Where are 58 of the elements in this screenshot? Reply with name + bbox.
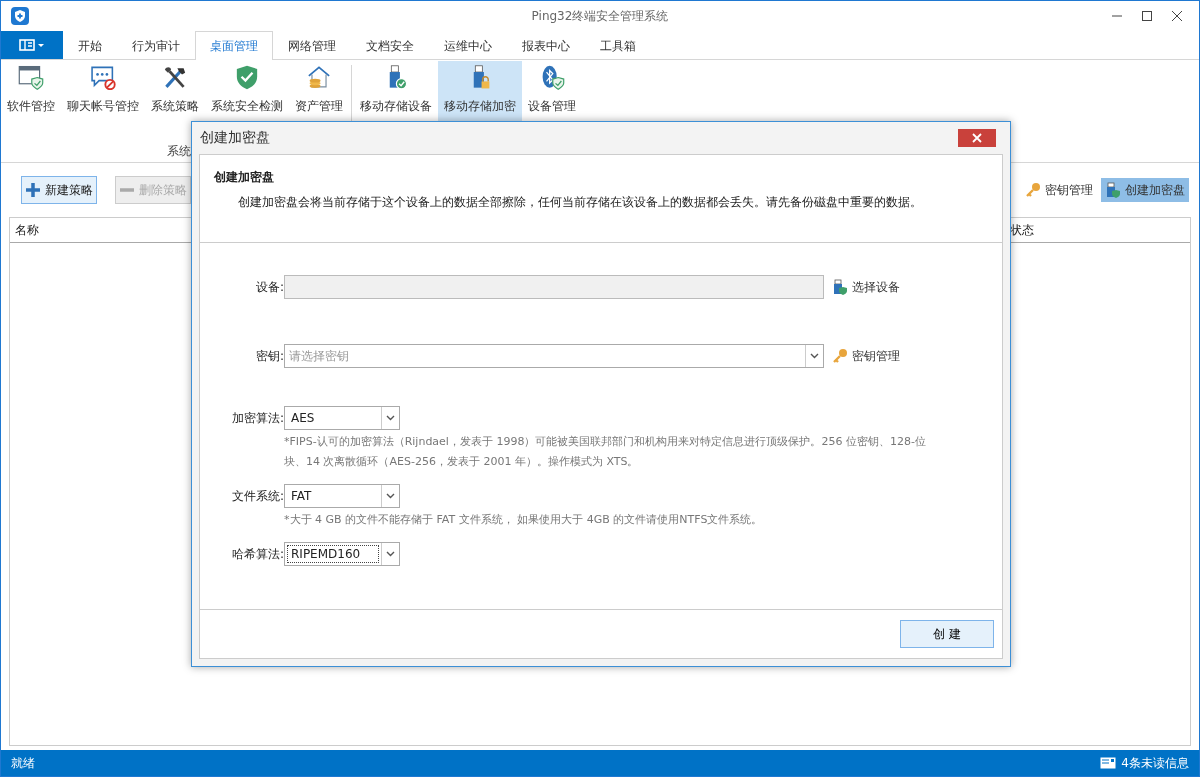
dialog-heading: 创建加密盘 [214,169,275,186]
caret-icon [810,353,819,359]
caret-icon [386,415,395,421]
dropdown[interactable]: AES [284,406,400,430]
field-note: *FIPS-认可的加密算法（Rijndael，发表于 1998）可能被美国联邦部门和机构用来对特定信息进行顶级保护。256 位密钥、128-位块、14 次离散循环（AES-256，发表于 2001 年）。操作模式为 XTS。 [284,434,927,470]
menu-tab[interactable]: 开始 [63,31,117,60]
status-text: 就绪 [11,754,35,772]
menu-icon [19,39,45,51]
key-icon [1025,182,1041,198]
menu-tab[interactable]: 工具箱 [585,31,651,60]
column-header[interactable]: 状态 [1010,221,1185,239]
ribbon-button[interactable]: 系统策略 [145,61,205,121]
menu-tab[interactable]: 行为审计 [117,31,195,60]
dialog-title: 创建加密盘 [200,129,270,147]
field-label: 文件系统: [230,488,284,505]
dropdown[interactable]: FAT [284,484,400,508]
field-note: *大于 4 GB 的文件不能存储于 FAT 文件系统， 如果使用大于 4GB 的文件请使用NTFS文件系统。 [284,512,764,528]
usb-shield-icon [832,279,848,295]
maximize-icon[interactable] [1141,10,1153,22]
plus-icon [25,182,41,198]
add-button[interactable]: 新建策略 [21,176,97,204]
ribbon-button[interactable]: 设备管理 [522,61,582,121]
dropdown[interactable]: RIPEMD160 [284,542,400,566]
close-button[interactable] [958,129,996,147]
ribbon-button[interactable]: 移动存储设备 [354,61,438,121]
caret-icon [386,551,395,557]
field-label: 哈希算法: [230,546,284,563]
menu-tab[interactable]: 文档安全 [351,31,429,60]
key-manage-button[interactable]: 密钥管理 [832,347,900,365]
field-label: 加密算法: [230,410,284,427]
ribbon-button[interactable]: 资产管理 [289,61,349,121]
key-manage-button[interactable]: 密钥管理 [1021,178,1097,202]
create-button[interactable]: 创 建 [900,620,994,648]
menu-tab[interactable]: 报表中心 [507,31,585,60]
key-icon [832,348,848,364]
menu-tab[interactable]: 运维中心 [429,31,507,60]
ribbon-button[interactable]: 系统安全检测 [205,61,289,121]
window-title: Ping32终端安全管理系统 [531,7,669,25]
close-icon[interactable] [1171,10,1183,22]
key-dropdown[interactable]: 请选择密钥 [284,344,824,368]
ribbon-button[interactable]: 聊天帐号管控 [61,61,145,121]
field-label: 密钥: [254,348,284,365]
ribbon-group-label: 系统 [166,143,192,160]
field-label: 设备: [254,279,284,296]
menu-tab[interactable]: 桌面管理 [195,31,273,60]
ribbon-button[interactable]: 移动存储加密 [438,61,522,121]
create-disk-button[interactable]: 创建加密盘 [1101,178,1189,202]
dialog-description: 创建加密盘会将当前存储于这个设备上的数据全部擦除，任何当前存储在该设备上的数据都会丢失。请先备份磁盘中重要的数据。 [237,195,923,210]
ribbon-button[interactable]: 软件管控 [1,61,61,121]
caret-icon [386,493,395,499]
menu-tab[interactable]: 网络管理 [273,31,351,60]
app-menu-button[interactable] [1,31,63,59]
unread-messages-text[interactable]: 4条未读信息 [1121,754,1189,772]
app-logo-icon [11,7,29,25]
usb-shield-icon [1105,182,1121,198]
mail-icon [1100,757,1117,769]
column-header[interactable]: 名称 [15,221,195,239]
close-icon [972,133,982,143]
